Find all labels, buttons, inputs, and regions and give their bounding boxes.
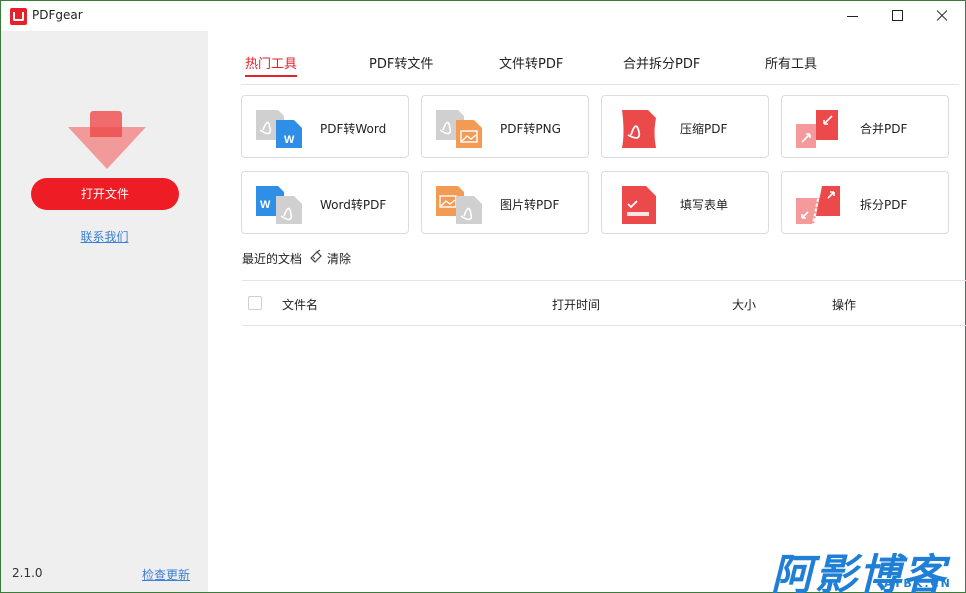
sidebar: 打开文件 联系我们 2.1.0 检查更新: [1, 31, 208, 592]
title-bar: PDFgear: [1, 1, 965, 31]
tool-card-pdf-to-png[interactable]: PDF转PNG: [421, 95, 589, 158]
tool-label: Word转PDF: [320, 198, 387, 212]
fill-form-icon: [622, 186, 656, 224]
check-update-link[interactable]: 检查更新: [142, 566, 190, 583]
tool-label: 合并PDF: [860, 122, 908, 136]
minimize-button[interactable]: [829, 1, 875, 31]
tool-label: 图片转PDF: [500, 198, 560, 212]
svg-text:W: W: [284, 134, 295, 146]
broom-icon[interactable]: [309, 249, 323, 263]
tool-label: PDF转Word: [320, 122, 387, 136]
version-label: 2.1.0: [12, 566, 43, 580]
window-title: PDFgear: [32, 8, 83, 22]
image-to-pdf-icon: [436, 186, 482, 224]
tool-card-pdf-to-word[interactable]: W PDF转Word: [241, 95, 409, 158]
tool-label: 拆分PDF: [860, 198, 908, 212]
column-size[interactable]: 大小: [732, 296, 756, 313]
tool-card-merge-pdf[interactable]: 合并PDF: [781, 95, 949, 158]
tab-all-tools[interactable]: 所有工具: [765, 53, 817, 72]
select-all-checkbox[interactable]: [248, 296, 262, 310]
open-file-button[interactable]: 打开文件: [31, 178, 179, 210]
pdf-to-word-icon: W: [256, 110, 302, 148]
watermark-domain: AYBK.CN: [884, 577, 952, 590]
recent-documents-title: 最近的文档: [242, 252, 303, 266]
app-window: PDFgear 打开文件 联系我们 2.1.0 检查更新 热门工具 PDF转文件…: [0, 0, 966, 593]
tab-merge-split-pdf[interactable]: 合并拆分PDF: [623, 53, 700, 72]
clear-button[interactable]: 清除: [327, 250, 351, 267]
compress-pdf-icon: [622, 110, 656, 148]
contact-us-link[interactable]: 联系我们: [1, 228, 208, 245]
close-button[interactable]: [919, 1, 965, 31]
tool-label: 填写表单: [680, 198, 729, 212]
tool-card-split-pdf[interactable]: 拆分PDF: [781, 171, 949, 234]
split-pdf-icon: [796, 184, 840, 224]
maximize-button[interactable]: [875, 1, 921, 31]
pdf-to-png-icon: [436, 110, 482, 148]
column-file-name[interactable]: 文件名: [282, 296, 318, 313]
pdfgear-logo-icon: [10, 8, 27, 25]
recent-table-header: 文件名 打开时间 大小 操作: [242, 280, 966, 326]
tab-pdf-to-file[interactable]: PDF转文件: [369, 53, 433, 72]
merge-pdf-icon: [796, 110, 838, 148]
svg-text:W: W: [260, 199, 271, 211]
watermark: 阿影博客 AYBK.CN: [771, 541, 966, 593]
column-open-time[interactable]: 打开时间: [552, 296, 600, 313]
tool-card-fill-form[interactable]: 填写表单: [601, 171, 769, 234]
tab-file-to-pdf[interactable]: 文件转PDF: [499, 53, 563, 72]
column-actions: 操作: [832, 298, 857, 312]
word-to-pdf-icon: W: [256, 186, 302, 224]
tool-card-compress-pdf[interactable]: 压缩PDF: [601, 95, 769, 158]
tool-label: 压缩PDF: [680, 122, 728, 136]
tool-card-word-to-pdf[interactable]: W Word转PDF: [241, 171, 409, 234]
drop-file-arrow-icon: [68, 111, 146, 169]
tool-card-image-to-pdf[interactable]: 图片转PDF: [421, 171, 589, 234]
tab-hot-tools[interactable]: 热门工具: [245, 53, 298, 77]
tool-label: PDF转PNG: [500, 122, 561, 136]
tool-tabs: 热门工具 PDF转文件 文件转PDF 合并拆分PDF 所有工具: [241, 53, 959, 85]
